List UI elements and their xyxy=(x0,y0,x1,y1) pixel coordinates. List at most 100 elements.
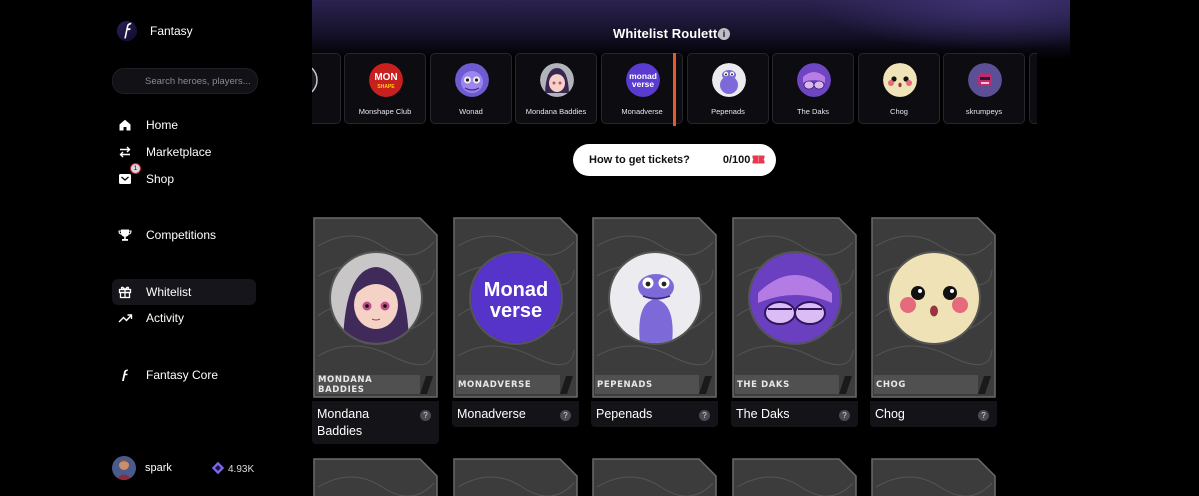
app-name: Fantasy xyxy=(150,24,193,38)
skrumpeys-logo xyxy=(968,63,1002,97)
wonad-logo xyxy=(455,63,489,97)
card-art-monadverse: Monad verse xyxy=(471,253,561,343)
nav-label-marketplace: Marketplace xyxy=(146,145,212,159)
card-frame: CHOG xyxy=(870,216,997,399)
roulette-tile-name: The Daks xyxy=(796,107,830,116)
monadverse-logo: monad verse xyxy=(626,63,660,97)
pepenads-logo xyxy=(712,63,746,97)
tickets-button[interactable]: How to get tickets? 0/100 xyxy=(573,144,776,176)
gift-icon xyxy=(117,284,133,300)
help-icon[interactable]: ? xyxy=(839,410,850,421)
fantasy-logo-icon xyxy=(116,18,138,44)
monadverse-art-text: verse xyxy=(490,300,542,322)
nav-label-competitions: Competitions xyxy=(146,228,217,242)
search-input[interactable] xyxy=(143,74,267,88)
tickets-count: 0/100 xyxy=(722,154,751,166)
header-glow xyxy=(810,0,1070,50)
card-label: Monadverse ? xyxy=(452,401,579,427)
nav-label-fantasy-core: Fantasy Core xyxy=(146,368,219,382)
card-art-chog xyxy=(889,253,979,343)
page-title: Whitelist Roulette xyxy=(613,26,725,41)
roulette-tile-name: Monshape Club xyxy=(358,107,412,116)
card-plate: MONADVERSE xyxy=(458,379,532,390)
roulette-tile-name: Monadverse xyxy=(621,107,663,116)
whitelist-card[interactable]: CHOG Chog ? xyxy=(870,216,997,427)
nav-label-home: Home xyxy=(146,118,179,132)
roulette-tile-name: Mondana Baddies xyxy=(525,107,587,116)
shop-notification-badge: 1 xyxy=(131,164,140,173)
roulette-tile[interactable]: The Daks xyxy=(772,53,854,124)
whitelist-card[interactable] xyxy=(452,457,579,496)
nav-item-competitions[interactable]: Competitions xyxy=(112,222,256,248)
whitelist-card[interactable] xyxy=(312,457,439,496)
app-window: Fantasy Home Marketplace 1 Shop xyxy=(112,0,1070,496)
card-plate: CHOG xyxy=(876,379,906,390)
fantasy-core-icon xyxy=(117,367,133,383)
info-icon[interactable]: i xyxy=(718,28,730,40)
card-label: Mondana Baddies ? xyxy=(312,401,439,444)
help-icon[interactable]: ? xyxy=(699,410,710,421)
whitelist-card[interactable]: THE DAKS The Daks ? xyxy=(731,216,858,427)
search-box xyxy=(112,68,267,94)
card-frame: MONDANA BADDIES xyxy=(312,216,439,399)
whitelist-card[interactable]: PEPENADS Pepenads ? xyxy=(591,216,718,427)
roulette-tile[interactable]: MON SHAPE Monshape Club xyxy=(344,53,426,124)
nav-item-shop[interactable]: 1 Shop xyxy=(112,164,256,192)
roulette-tile-name: Wonad xyxy=(459,107,483,116)
card-art-pepenads xyxy=(610,253,700,343)
card-plate: MONDANA BADDIES xyxy=(318,374,373,395)
card-label: The Daks ? xyxy=(731,401,858,427)
points-balance: 4.93K xyxy=(211,461,254,478)
roulette-tile-name: Chog xyxy=(890,107,908,116)
card-art-the-daks xyxy=(750,253,840,343)
monshape-logo-text: MON xyxy=(374,72,397,83)
roulette-tile[interactable]: Chog xyxy=(858,53,940,124)
card-frame: PEPENADS xyxy=(591,216,718,399)
roulette-tile[interactable]: skrumpeys xyxy=(943,53,1025,124)
whitelist-card[interactable]: Monad verse MONADVERSE Monadverse ? xyxy=(452,216,579,427)
roulette-tile[interactable]: Pepenads xyxy=(687,53,769,124)
diamond-icon xyxy=(211,461,225,478)
trophy-icon xyxy=(117,227,133,243)
whitelist-card[interactable] xyxy=(870,457,997,496)
card-plate: THE DAKS xyxy=(737,379,790,390)
card-label: Pepenads ? xyxy=(591,401,718,427)
monshape-logo-subtext: SHAPE xyxy=(377,84,395,90)
whitelist-card[interactable] xyxy=(591,457,718,496)
card-label: Chog ? xyxy=(870,401,997,427)
user-profile[interactable]: spark xyxy=(112,456,172,480)
sidebar: Fantasy Home Marketplace 1 Shop xyxy=(112,0,267,496)
tickets-help-label: How to get tickets? xyxy=(589,154,690,166)
roulette-tile[interactable] xyxy=(312,53,341,124)
brand[interactable]: Fantasy xyxy=(116,18,193,44)
nav-label-shop: Shop xyxy=(146,172,175,186)
chog-logo xyxy=(883,63,917,97)
card-frame: THE DAKS xyxy=(731,216,858,399)
whitelist-card[interactable] xyxy=(731,457,858,496)
roulette-tile[interactable] xyxy=(1029,53,1037,124)
monadverse-logo-text: verse xyxy=(632,79,654,89)
the-daks-logo xyxy=(797,63,831,97)
help-icon[interactable]: ? xyxy=(560,410,571,421)
roulette-tile[interactable]: Mondana Baddies xyxy=(515,53,597,124)
nav-item-activity[interactable]: Activity xyxy=(112,305,256,331)
roulette-tile-name: skrumpeys xyxy=(965,107,1003,116)
roulette-tile[interactable]: Wonad xyxy=(430,53,512,124)
partial-logo-icon xyxy=(312,63,318,97)
roulette-tile[interactable]: monad verse Monadverse xyxy=(601,53,683,124)
nav-item-whitelist[interactable]: Whitelist xyxy=(112,279,256,305)
help-icon[interactable]: ? xyxy=(978,410,989,421)
card-art-mondana-baddies xyxy=(331,253,421,343)
nav-item-home[interactable]: Home xyxy=(112,112,256,138)
ticket-icon xyxy=(752,151,765,169)
nav-item-fantasy-core[interactable]: Fantasy Core xyxy=(112,362,256,388)
help-icon[interactable]: ? xyxy=(420,410,431,421)
nav-label-whitelist: Whitelist xyxy=(146,285,192,299)
roulette-selection-marker xyxy=(673,53,676,126)
shop-bag-icon: 1 xyxy=(117,164,140,187)
mondana-baddies-logo xyxy=(540,63,574,97)
card-frame: Monad verse MONADVERSE xyxy=(452,216,579,399)
trending-up-icon xyxy=(117,310,133,326)
nav-item-marketplace[interactable]: Marketplace xyxy=(112,139,256,165)
whitelist-card[interactable]: MONDANA BADDIES Mondana Baddies ? xyxy=(312,216,439,444)
